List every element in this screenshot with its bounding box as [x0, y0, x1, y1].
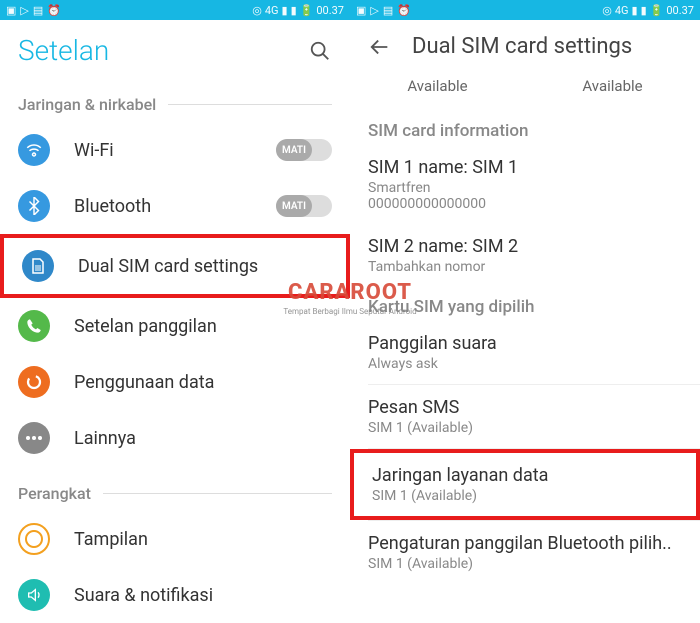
item-dual-sim[interactable]: Dual SIM card settings: [0, 234, 350, 298]
bluetooth-label: Bluetooth: [74, 196, 276, 217]
page-title-right: Dual SIM card settings: [412, 34, 682, 59]
sim-info-header: SIM card information: [350, 111, 700, 145]
sim1-name: SIM 1 name: SIM 1: [368, 157, 682, 178]
signal-1-icon: ▮: [282, 4, 288, 17]
sim-icon: [22, 250, 54, 282]
battery-icon: 🔋: [300, 4, 314, 17]
data-network-item[interactable]: Jaringan layanan data SIM 1 (Available): [350, 449, 700, 520]
display-icon: [18, 523, 50, 555]
wifi-toggle[interactable]: MATI: [276, 139, 332, 161]
sim2-name: SIM 2 name: SIM 2: [368, 236, 682, 257]
sms-item[interactable]: Pesan SMS SIM 1 (Available): [350, 385, 700, 448]
wifi-label: Wi-Fi: [74, 140, 276, 161]
sound-icon: [18, 579, 50, 611]
item-data-usage[interactable]: Penggunaan data: [0, 354, 350, 410]
page-title: Setelan: [18, 34, 308, 67]
notif-icon: ▣: [6, 4, 16, 17]
dual-sim-label: Dual SIM card settings: [78, 256, 328, 277]
item-bluetooth[interactable]: Bluetooth MATI: [0, 178, 350, 234]
data-label: Penggunaan data: [74, 372, 332, 393]
sim1-carrier: Smartfren: [368, 180, 682, 196]
header-right: Dual SIM card settings: [350, 20, 700, 69]
left-pane: ▣ ▷ ▤ ⏰ ◎ 4G ▮ ▮ 🔋 00.37 Setelan Jaringa…: [0, 0, 350, 623]
voice-title: Panggilan suara: [368, 333, 682, 354]
status-bar-right: ▣ ▷ ▤ ⏰ ◎ 4G ▮ ▮ 🔋 00.37: [350, 0, 700, 20]
call-label: Setelan panggilan: [74, 316, 332, 337]
bluetooth-toggle[interactable]: MATI: [276, 195, 332, 217]
section-network-header: Jaringan & nirkabel: [0, 77, 350, 122]
signal-2-icon: ▮: [291, 4, 297, 17]
data-title: Jaringan layanan data: [372, 465, 678, 486]
wifi-icon: [18, 134, 50, 166]
network-label: 4G: [265, 4, 279, 17]
bluetooth-icon: [18, 190, 50, 222]
sim2-info[interactable]: SIM 2 name: SIM 2 Tambahkan nomor: [350, 224, 700, 287]
bluetooth-toggle-label: MATI: [276, 195, 312, 217]
phone-icon: [18, 310, 50, 342]
sd-icon: ▤: [33, 4, 43, 17]
signal-1-icon: ▮: [632, 4, 638, 17]
signal-2-icon: ▮: [641, 4, 647, 17]
item-display[interactable]: Tampilan: [0, 511, 350, 567]
play-icon: ▷: [370, 4, 378, 17]
network-label: 4G: [615, 4, 629, 17]
bt-sub: SIM 1 (Available): [368, 556, 682, 572]
back-icon[interactable]: [368, 35, 392, 59]
item-call[interactable]: Setelan panggilan: [0, 298, 350, 354]
voice-sub: Always ask: [368, 356, 682, 372]
bt-call-item[interactable]: Pengaturan panggilan Bluetooth pilih.. S…: [350, 521, 700, 584]
more-label: Lainnya: [74, 428, 332, 449]
item-sound[interactable]: Suara & notifikasi: [0, 567, 350, 623]
voice-call-item[interactable]: Panggilan suara Always ask: [350, 321, 700, 384]
sim1-info[interactable]: SIM 1 name: SIM 1 Smartfren 000000000000…: [350, 145, 700, 224]
play-icon: ▷: [20, 4, 28, 17]
section-network-label: Jaringan & nirkabel: [18, 95, 156, 114]
data-icon: [18, 366, 50, 398]
bt-title: Pengaturan panggilan Bluetooth pilih..: [368, 533, 682, 554]
item-wifi[interactable]: Wi-Fi MATI: [0, 122, 350, 178]
availability-row: Available Available: [350, 69, 700, 111]
sim1-number: 000000000000000: [368, 196, 682, 212]
display-label: Tampilan: [74, 529, 332, 550]
clock-time: 00.37: [316, 4, 344, 17]
battery-icon: 🔋: [650, 4, 664, 17]
sim1-available[interactable]: Available: [350, 77, 525, 95]
sound-label: Suara & notifikasi: [74, 585, 332, 606]
notif-icon: ▣: [356, 4, 366, 17]
sim2-add: Tambahkan nomor: [368, 259, 682, 275]
clock-icon: ⏰: [47, 4, 61, 17]
sd-icon: ▤: [383, 4, 393, 17]
sms-title: Pesan SMS: [368, 397, 682, 418]
wifi-toggle-label: MATI: [276, 139, 312, 161]
item-more[interactable]: Lainnya: [0, 410, 350, 466]
section-device-header: Perangkat: [0, 466, 350, 511]
status-bar: ▣ ▷ ▤ ⏰ ◎ 4G ▮ ▮ 🔋 00.37: [0, 0, 350, 20]
data-sub: SIM 1 (Available): [372, 488, 678, 504]
sms-sub: SIM 1 (Available): [368, 420, 682, 436]
hotspot-icon: ◎: [252, 4, 262, 17]
more-icon: [18, 422, 50, 454]
right-pane: ▣ ▷ ▤ ⏰ ◎ 4G ▮ ▮ 🔋 00.37 Dual SIM card s…: [350, 0, 700, 623]
header-left: Setelan: [0, 20, 350, 77]
preferred-header: Kartu SIM yang dipilih: [350, 287, 700, 321]
clock-icon: ⏰: [397, 4, 411, 17]
sim2-available[interactable]: Available: [525, 77, 700, 95]
hotspot-icon: ◎: [602, 4, 612, 17]
clock-time: 00.37: [666, 4, 694, 17]
search-icon[interactable]: [308, 39, 332, 63]
section-device-label: Perangkat: [18, 484, 91, 503]
